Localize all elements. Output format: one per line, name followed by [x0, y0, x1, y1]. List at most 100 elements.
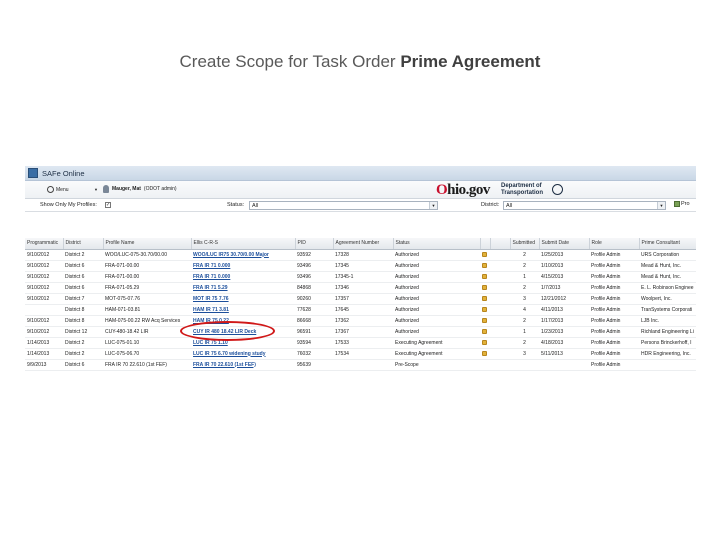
role-cell: Profile Admin	[589, 304, 639, 316]
app-icon	[28, 168, 38, 178]
submitted-cell: 2	[510, 337, 539, 349]
table-row[interactable]: 9/10/2012 District 6 FRA-071-05.29 FRA IR 7…	[25, 282, 696, 294]
district-cell: District 6	[63, 260, 103, 272]
district-cell: District 2	[63, 337, 103, 349]
chevron-down-icon: ▼	[429, 202, 437, 209]
column-header-submitted[interactable]: Submitted	[510, 238, 540, 250]
table-row[interactable]: 9/10/2012 District 12 CUY-480-18.42 LIR CUY…	[25, 326, 696, 338]
app-screenshot: SAFe Online Menu ▼ Mauger, Mat (ODOT adm…	[25, 166, 696, 376]
agreement-number-cell: 17534	[333, 348, 393, 360]
ellis-crs-link[interactable]: FRA IR 70 22.610 (1st FEF)	[191, 359, 295, 371]
column-header-status[interactable]: Status	[393, 238, 481, 250]
table-row[interactable]: 9/10/2012 District 2 WOO/LUC-075-30.70/00.…	[25, 249, 696, 261]
district-cell: District 8	[63, 315, 103, 327]
table-row[interactable]: District 8 HAM-071-03.81 HAM IR 71 3.81 776…	[25, 304, 696, 316]
toolbar-area	[25, 212, 696, 238]
ellis-crs-link[interactable]: WOO/LUC IR75 30.70/0.00 Major	[191, 249, 295, 261]
pid-cell: 95639	[295, 359, 333, 371]
lock-icon[interactable]	[482, 339, 487, 345]
prime-consultant-cell: Mead & Hunt, Inc.	[639, 260, 696, 272]
column-header-ellis-crs[interactable]: Ellis C-R-S	[191, 238, 296, 250]
ellis-crs-link[interactable]: LUC IR 75 6.70 widening study	[191, 348, 295, 360]
status-cell: Executing Agreement	[393, 337, 480, 349]
lock-icon[interactable]	[482, 317, 487, 323]
table-row[interactable]: 9/10/2012 District 6 FRA-071-00.00 FRA IR 7…	[25, 260, 696, 272]
lock-cell	[480, 337, 490, 349]
ellis-crs-link[interactable]: FRA IR 71 0.000	[191, 260, 295, 272]
blank-cell	[490, 337, 510, 349]
programmatic-cell: 9/9/2013	[25, 359, 63, 371]
column-header-programmatic[interactable]: Programmatic	[25, 238, 64, 250]
column-header-role[interactable]: Role	[589, 238, 640, 250]
lock-icon[interactable]	[482, 273, 487, 279]
ellis-crs-link[interactable]: MOT IR 75 7.76	[191, 293, 295, 305]
column-header-profile-name[interactable]: Profile Name	[103, 238, 192, 250]
district-select[interactable]: All ▼	[503, 201, 666, 210]
role-cell: Profile Admin	[589, 348, 639, 360]
lock-icon[interactable]	[482, 295, 487, 301]
prime-consultant-cell: LJB Inc.	[639, 315, 696, 327]
column-header-district[interactable]: District	[63, 238, 104, 250]
pid-cell: 93592	[295, 249, 333, 261]
table-row[interactable]: 9/9/2013 District 6 FRA IR 70 22.610 (1st …	[25, 359, 696, 371]
blank-cell	[490, 271, 510, 283]
lock-icon[interactable]	[482, 262, 487, 268]
agreement-number-cell: 17346	[333, 282, 393, 294]
table-row[interactable]: 9/10/2012 District 6 FRA-071-00.00 FRA IR 7…	[25, 271, 696, 283]
profile-button[interactable]: Pro	[674, 201, 690, 207]
only-my-profiles-label: Show Only My Profiles:	[40, 202, 97, 208]
menu-button[interactable]: Menu	[47, 186, 69, 193]
only-my-profiles-checkbox[interactable]: ✓	[105, 202, 111, 208]
lock-icon[interactable]	[482, 328, 487, 334]
role-cell: Profile Admin	[589, 249, 639, 261]
window-title: SAFe Online	[42, 168, 85, 178]
role-cell: Profile Admin	[589, 293, 639, 305]
ellis-crs-link[interactable]: FRA IR 71 0.000	[191, 271, 295, 283]
table-row[interactable]: 9/10/2012 District 7 MOT-075-07.76 MOT IR 7…	[25, 293, 696, 305]
table-row[interactable]: 1/14/2013 District 2 LUC-075-06.70 LUC IR 7…	[25, 348, 696, 360]
pid-cell: 93496	[295, 260, 333, 272]
column-header-submit-date[interactable]: Submit Date	[539, 238, 590, 250]
column-header-pid[interactable]: PID	[295, 238, 334, 250]
prime-consultant-cell: HDR Engineering, Inc.	[639, 348, 696, 360]
agreement-number-cell	[333, 359, 393, 371]
lock-icon[interactable]	[482, 350, 487, 356]
status-select[interactable]: All ▼	[249, 201, 438, 210]
ellis-crs-link[interactable]: HAM IR 71 3.81	[191, 304, 295, 316]
column-header-lock[interactable]	[480, 238, 491, 250]
submit-date-cell: 1/25/2013	[539, 249, 589, 261]
chevron-down-icon[interactable]: ▼	[94, 187, 98, 192]
submitted-cell: 3	[510, 348, 539, 360]
table-row[interactable]: 9/10/2012 District 8 HAM-075-00.22 RW Acq …	[25, 315, 696, 327]
lock-icon[interactable]	[482, 251, 487, 257]
table-row[interactable]: 1/14/2013 District 2 LUC-075-01.10 LUC IR 7…	[25, 337, 696, 349]
district-cell: District 7	[63, 293, 103, 305]
lock-cell	[480, 271, 490, 283]
lock-icon[interactable]	[482, 306, 487, 312]
lock-icon[interactable]	[482, 284, 487, 290]
user-info[interactable]: Mauger, Mat (ODOT admin)	[103, 185, 177, 193]
slide-title-prefix: Create Scope for Task Order	[179, 52, 401, 71]
district-cell: District 8	[63, 304, 103, 316]
programmatic-cell: 9/10/2012	[25, 260, 63, 272]
dept-line2: Transportation	[501, 189, 544, 196]
ellis-crs-link[interactable]: FRA IR 71 5.29	[191, 282, 295, 294]
menu-label: Menu	[56, 186, 69, 193]
programmatic-cell: 9/10/2012	[25, 271, 63, 283]
user-icon	[103, 185, 109, 193]
agreement-number-cell: 17367	[333, 326, 393, 338]
programmatic-cell: 9/10/2012	[25, 249, 63, 261]
chevron-down-icon: ▼	[657, 202, 665, 209]
profile-name-cell: WOO/LUC-075-30.70/00.00	[103, 249, 191, 261]
pid-cell: 86668	[295, 315, 333, 327]
column-header-agreement-number[interactable]: Agreement Number	[333, 238, 394, 250]
submitted-cell: 1	[510, 326, 539, 338]
window-titlebar: SAFe Online	[25, 166, 696, 181]
lock-cell	[480, 315, 490, 327]
status-cell: Authorized	[393, 326, 480, 338]
submitted-cell: 1	[510, 271, 539, 283]
prime-consultant-cell: E. L. Robinson Enginee	[639, 282, 696, 294]
programmatic-cell: 9/10/2012	[25, 293, 63, 305]
column-header-blank[interactable]	[490, 238, 511, 250]
column-header-prime-consultant[interactable]: Prime Consultant	[639, 238, 696, 250]
